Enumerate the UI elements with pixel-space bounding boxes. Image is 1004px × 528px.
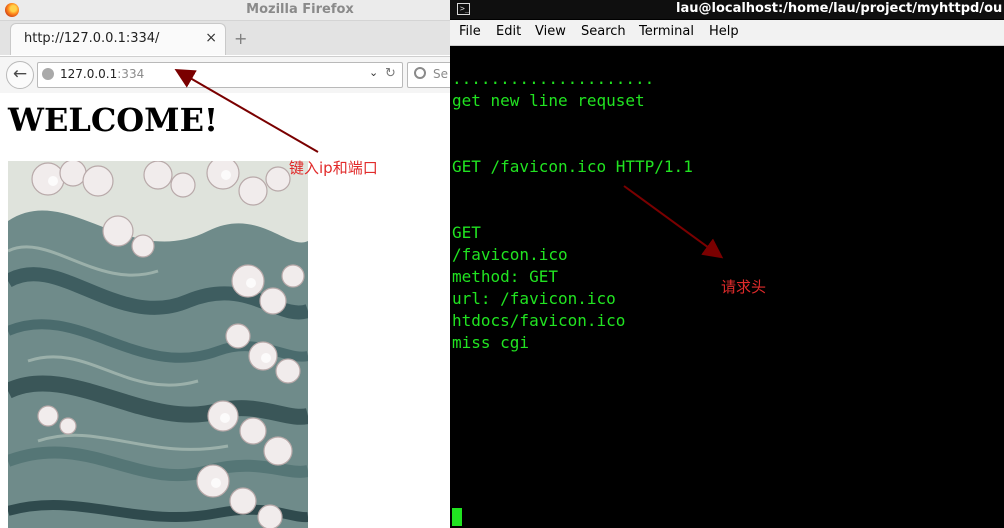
request-header-annotation: 请求头 xyxy=(721,278,767,296)
arrow-to-request-header xyxy=(623,185,724,259)
url-annotation: 键入ip和端口 xyxy=(289,159,378,177)
arrow-to-url-bar xyxy=(174,68,319,153)
annotation-arrows xyxy=(174,68,724,259)
